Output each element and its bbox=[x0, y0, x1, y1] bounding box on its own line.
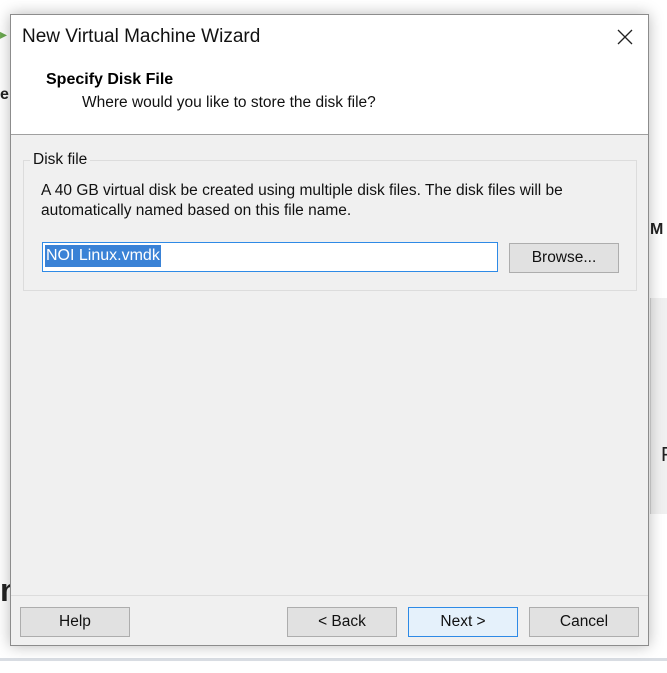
cancel-button[interactable]: Cancel bbox=[529, 607, 639, 637]
background-text-fragment: e bbox=[0, 86, 9, 103]
disk-file-name-input[interactable] bbox=[42, 242, 498, 272]
page-title: Specify Disk File bbox=[46, 71, 174, 88]
title-bar[interactable]: New Virtual Machine Wizard bbox=[11, 15, 648, 63]
next-button[interactable]: Next > bbox=[408, 607, 518, 637]
group-legend: Disk file bbox=[30, 151, 91, 169]
disk-file-description: A 40 GB virtual disk be created using mu… bbox=[41, 182, 563, 219]
window-title: New Virtual Machine Wizard bbox=[22, 26, 261, 47]
back-button[interactable]: < Back bbox=[287, 607, 397, 637]
background-arrow-icon: ▸ bbox=[0, 26, 8, 42]
new-vm-wizard-dialog: New Virtual Machine Wizard Specify Disk … bbox=[10, 14, 649, 646]
background-divider bbox=[0, 658, 667, 661]
close-button[interactable] bbox=[602, 15, 648, 59]
help-button[interactable]: Help bbox=[20, 607, 130, 637]
wizard-header: Specify Disk File Where would you like t… bbox=[11, 63, 648, 135]
disk-file-group: Disk file A 40 GB virtual disk be create… bbox=[23, 151, 637, 291]
background-text-fragment: M bbox=[650, 221, 664, 238]
background-text-fragment: F bbox=[661, 444, 667, 467]
page-subtitle: Where would you like to store the disk f… bbox=[82, 94, 376, 111]
browse-button[interactable]: Browse... bbox=[509, 243, 619, 273]
background-panel bbox=[650, 298, 667, 514]
footer-divider bbox=[11, 595, 648, 596]
close-icon bbox=[617, 29, 633, 45]
